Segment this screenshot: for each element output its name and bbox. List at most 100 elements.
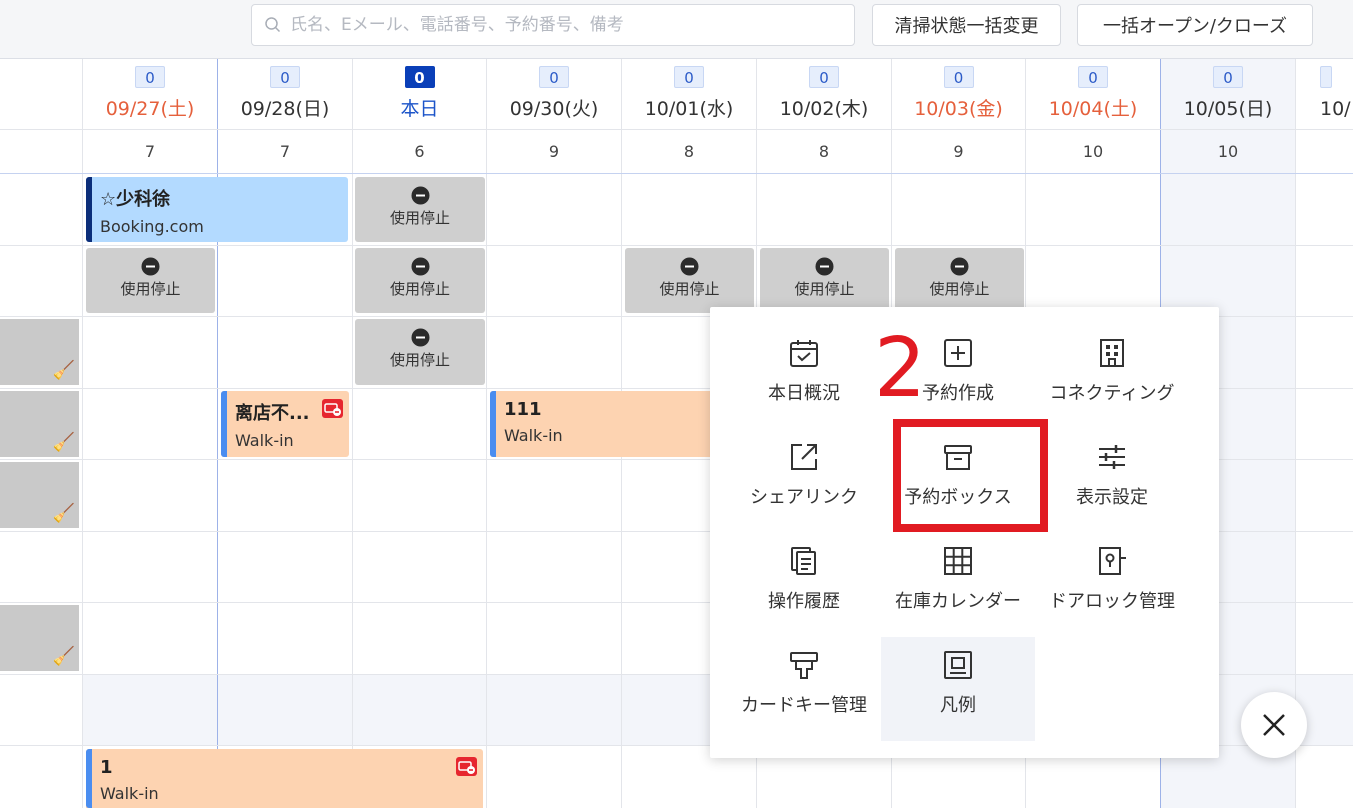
booking-source: Booking.com	[100, 217, 204, 236]
minus-circle-icon	[950, 257, 969, 276]
calendar-check-icon	[790, 340, 818, 367]
menu-item-label: 在庫カレンダー	[895, 591, 1021, 612]
date-header[interactable]: 0 10/04(土)	[1026, 59, 1160, 129]
history-copy-icon	[791, 547, 816, 575]
out-of-service-block[interactable]: 使用停止	[895, 248, 1024, 313]
date-header[interactable]: 0 10/01(水)	[622, 59, 756, 129]
date-header[interactable]: 0 09/28(日)	[218, 59, 352, 129]
menu-item-share-link[interactable]: シェアリンク	[727, 411, 881, 515]
menu-item-label: 本日概況	[768, 383, 840, 404]
reservation-block[interactable]: 111 Walk-in	[490, 391, 710, 457]
guest-name: 1	[100, 757, 113, 778]
date-header[interactable]: 0 09/27(土)	[83, 59, 217, 129]
room-cell-dirty[interactable]: 🧹	[0, 319, 79, 385]
stop-label: 使用停止	[659, 280, 720, 298]
date-label: 10/	[1320, 98, 1351, 120]
date-label: 10/05(日)	[1183, 98, 1273, 120]
menu-item-card-key[interactable]: カードキー管理	[727, 619, 881, 723]
out-of-service-block[interactable]: 使用停止	[625, 248, 754, 313]
unassigned-badge: 0	[1078, 66, 1108, 88]
booking-source: Walk-in	[235, 431, 294, 450]
bulk-clean-status-button[interactable]: 清掃状態一括変更	[872, 4, 1061, 46]
available-count: 8	[818, 142, 830, 161]
minus-circle-icon	[411, 186, 429, 205]
date-header[interactable]: 0 10/02(木)	[757, 59, 891, 129]
date-label: 09/28(日)	[240, 98, 330, 120]
search-input[interactable]	[290, 15, 850, 35]
menu-item-display-settings[interactable]: 表示設定	[1035, 411, 1189, 515]
date-label: 10/04(土)	[1048, 98, 1138, 120]
available-count: 8	[683, 142, 695, 161]
stop-label: 使用停止	[389, 209, 450, 227]
reservation-block[interactable]: 1 Walk-in	[86, 749, 483, 808]
out-of-service-block[interactable]: 使用停止	[355, 177, 485, 242]
date-header[interactable]: 10/	[1296, 59, 1353, 129]
unassigned-badge: 0	[943, 66, 974, 88]
available-count: 6	[414, 142, 425, 161]
menu-item-label: コネクティング	[1049, 383, 1175, 404]
room-cell-dirty[interactable]: 🧹	[0, 605, 79, 671]
grid-table-icon	[944, 547, 972, 575]
no-payment-icon	[322, 399, 343, 418]
unassigned-badge: 0	[270, 66, 300, 88]
available-count: 10	[1217, 142, 1239, 161]
out-of-service-block[interactable]: 使用停止	[355, 319, 485, 385]
date-label: 09/30(火)	[509, 98, 599, 120]
date-header[interactable]: 0 09/30(火)	[487, 59, 621, 129]
available-count: 9	[953, 142, 964, 161]
reservation-block[interactable]: ☆少科徐 Booking.com	[86, 177, 348, 242]
reservation-status-bar	[86, 177, 92, 242]
menu-item-label: 操作履歴	[768, 591, 840, 612]
minus-circle-icon	[141, 257, 160, 276]
date-label: 10/03(金)	[914, 98, 1003, 120]
booking-source: Walk-in	[504, 426, 563, 445]
unassigned-badge: 0	[404, 66, 435, 88]
stop-label: 使用停止	[794, 280, 855, 298]
stop-label: 使用停止	[389, 280, 450, 298]
guest-name: 111	[504, 399, 542, 420]
available-count: 10	[1082, 142, 1104, 161]
available-count: 9	[548, 142, 560, 161]
date-header-today[interactable]: 0 本日	[353, 59, 486, 129]
out-of-service-block[interactable]: 使用停止	[86, 248, 215, 313]
menu-item-door-lock[interactable]: ドアロック管理	[1035, 515, 1189, 619]
broom-icon: 🧹	[52, 432, 75, 453]
stop-label: 使用停止	[120, 280, 181, 298]
minus-circle-icon	[411, 257, 429, 276]
out-of-service-block[interactable]: 使用停止	[760, 248, 889, 313]
stop-label: 使用停止	[389, 351, 450, 369]
menu-item-label: 表示設定	[1076, 487, 1148, 508]
unassigned-badge: 0	[809, 66, 839, 88]
room-cell-dirty[interactable]: 🧹	[0, 391, 79, 457]
reservation-status-bar	[86, 749, 92, 808]
date-header[interactable]: 0 10/05(日)	[1161, 59, 1295, 129]
building-icon	[1100, 339, 1124, 367]
room-cell-dirty[interactable]: 🧹	[0, 462, 79, 528]
menu-item-today-overview[interactable]: 本日概況	[727, 307, 881, 411]
broom-icon: 🧹	[52, 646, 75, 667]
date-label: 10/01(水)	[644, 98, 734, 120]
search-box[interactable]	[251, 4, 855, 46]
plus-square-icon	[944, 339, 972, 367]
booking-source: Walk-in	[100, 784, 159, 803]
broom-icon: 🧹	[52, 503, 75, 524]
menu-item-label: ドアロック管理	[1049, 591, 1175, 612]
reservation-block[interactable]: 离店不... Walk-in	[221, 391, 349, 457]
bulk-open-close-button[interactable]: 一括オープン/クローズ	[1077, 4, 1313, 46]
menu-item-legend[interactable]: 凡例	[881, 637, 1035, 741]
menu-item-operation-history[interactable]: 操作履歴	[727, 515, 881, 619]
broom-icon: 🧹	[52, 360, 75, 381]
card-key-icon	[790, 652, 818, 679]
stop-label: 使用停止	[929, 280, 990, 298]
minus-circle-icon	[815, 257, 834, 276]
menu-item-connecting[interactable]: コネクティング	[1035, 307, 1189, 411]
out-of-service-block[interactable]: 使用停止	[355, 248, 485, 313]
close-menu-button[interactable]	[1241, 692, 1307, 758]
available-count: 7	[144, 142, 156, 161]
legend-icon	[944, 651, 972, 679]
reservation-status-bar	[221, 391, 227, 457]
date-header[interactable]: 0 10/03(金)	[892, 59, 1025, 129]
menu-item-label: 凡例	[940, 695, 976, 716]
highlight-box-annotation	[893, 419, 1048, 532]
top-toolbar: 清掃状態一括変更 一括オープン/クローズ	[0, 0, 1353, 59]
